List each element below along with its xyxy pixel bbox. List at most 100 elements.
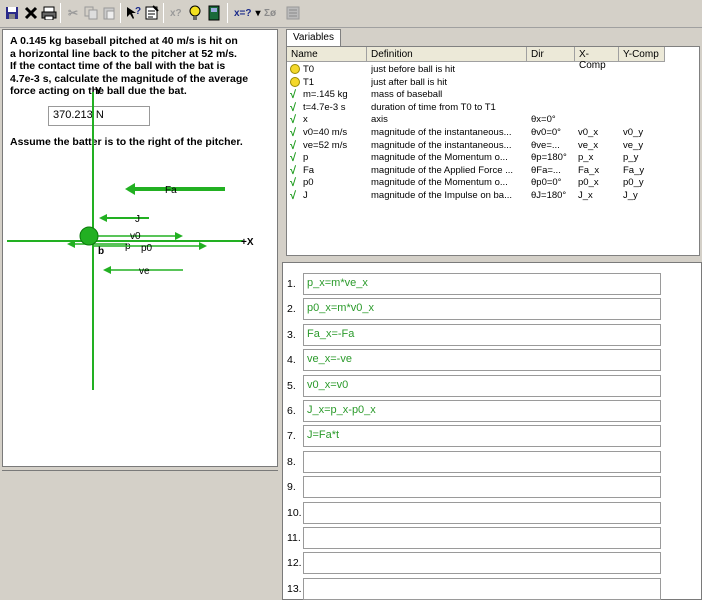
v0-label: v0 [130,231,141,242]
x-axis-label: +X [241,237,254,248]
variable-definition: mass of baseball [371,89,443,101]
equation-row: 8. [283,450,702,473]
equation-input[interactable] [303,552,661,575]
column-header-name[interactable]: Name [287,47,367,62]
equation-input[interactable]: J=Fa*t [303,425,661,448]
variable-row[interactable]: T0 just before ball is hit [287,64,699,77]
variable-row[interactable]: √ Jmagnitude of the Impulse on ba... θJ=18… [287,190,699,203]
equation-input[interactable]: ve_x=-ve [303,349,661,372]
column-header-x-comp[interactable]: X-Comp [575,47,619,71]
y-axis-label: Y [95,86,102,97]
variable-row[interactable]: √ Fa magnitude of the Applied Force ... θFa… [287,164,699,178]
equation-row: 11. [283,527,702,549]
column-header-y-comp[interactable]: Y-Comp [619,47,665,62]
equation-input[interactable]: p_x=m*ve_x [303,273,661,295]
variable-x-component: v0_x [578,127,599,138]
calculator-icon[interactable] [284,4,302,22]
baseball-body[interactable] [79,226,99,246]
variables-pane: Variables Name Definition Dir X-Comp Y-C… [282,29,702,259]
equation-number: 4. [287,354,296,367]
equation-number: 7. [287,430,296,443]
variable-row[interactable]: √ m=.145 kg mass of baseball [287,89,699,102]
equation-input[interactable] [303,501,661,524]
equation-input[interactable]: p0_x=m*v0_x [303,298,661,321]
vector-diagram[interactable]: Y +X Fa J v0 p p0 ve b [3,30,278,467]
equation-number: 13. [287,582,302,595]
checkmark-icon: √ [290,139,297,152]
equation-input[interactable] [303,527,661,549]
hint-lightbulb-icon[interactable] [186,4,204,22]
variable-solve-label: x=? [234,7,252,19]
equation-input[interactable]: Fa_x=-Fa [303,323,661,346]
equation-input[interactable]: J_x=p_x-p0_x [303,400,661,422]
equation-number: 6. [287,405,296,417]
ve-label: ve [139,266,150,277]
equation-input[interactable] [303,450,661,473]
next-step-icon[interactable]: x? [168,4,186,22]
variable-name: t=4.7e-3 s [303,101,346,113]
equations-pane: 1. p_x=m*ve_x 2. p0_x=m*v0_x 3. Fa_x=-Fa 4. ve_… [282,262,702,600]
equation-number: 5. [287,379,296,392]
variable-definition: just before ball is hit [371,64,455,75]
variable-row[interactable]: √ v0=40 m/s magnitude of the instantaneous… [287,127,699,140]
equation-input[interactable] [303,476,661,499]
equation-row: 9. [283,476,702,499]
column-header-definition[interactable]: Definition [367,47,527,62]
variable-row[interactable]: √ ve=52 m/s magnitude of the instantaneous… [287,139,699,153]
equation-number: 12. [287,557,302,570]
variable-x-component: p0_x [578,177,599,189]
variable-name: v0=40 m/s [303,127,348,138]
variable-row[interactable]: √ p0 magnitude of the Momentum o... θp0=0° p… [287,177,699,190]
equation-row: 1. p_x=m*ve_x [283,273,702,295]
variable-row[interactable]: √ t=4.7e-3 s duration of time from T0 to T… [287,101,699,115]
ve-arrowhead [103,266,111,274]
checkmark-icon: √ [290,101,297,114]
variable-row[interactable]: √ x axis θx=0° [287,114,699,127]
copy-icon[interactable] [82,4,100,22]
variable-y-component: p0_y [623,177,644,189]
notebook-icon[interactable] [205,4,223,22]
variable-definition: magnitude of the Impulse on ba... [371,190,513,201]
variable-definition: just after ball is hit [371,76,448,88]
checkmark-icon: √ [290,127,297,139]
svg-text:?: ? [135,6,141,17]
column-header-dir[interactable]: Dir [527,47,575,62]
checkmark-icon: √ [290,152,297,165]
equation-row: 5. v0_x=v0 [283,374,702,397]
equation-row: 2. p0_x=m*v0_x [283,298,702,321]
variable-definition: magnitude of the Momentum o... [371,152,508,164]
variable-direction: θv0=0° [531,127,561,138]
print-icon[interactable] [40,4,58,22]
variables-table: Name Definition Dir X-Comp Y-Comp T0 just… [286,46,700,256]
equation-number: 1. [287,278,296,290]
cut-icon[interactable]: ✂ [64,4,82,22]
variable-name: Fa [303,164,315,176]
paste-icon[interactable] [100,4,118,22]
whats-this-help-icon[interactable]: ? [124,4,142,22]
checklist-icon[interactable] [143,4,161,22]
variable-solve-dropdown[interactable]: x=? ▾ [234,4,261,22]
checkmark-icon: √ [290,89,297,102]
save-icon[interactable] [3,4,21,22]
equation-row: 10. [283,501,702,524]
checkmark-icon: √ [290,190,297,202]
variable-y-component: J_y [623,190,638,201]
body-label: b [98,246,104,257]
variable-row[interactable]: √ p magnitude of the Momentum o... θp=180° p… [287,152,699,165]
variable-definition: magnitude of the Applied Force ... [371,164,514,176]
variable-name: J [303,190,308,201]
equation-input[interactable]: v0_x=v0 [303,374,661,397]
toolbar-separator [120,3,121,23]
equation-input[interactable] [303,577,661,600]
sum-dropdown[interactable]: Σø [264,4,276,22]
checkmark-icon: √ [290,114,297,127]
variable-definition: duration of time from T0 to T1 [371,101,496,113]
tab-variables[interactable]: Variables [286,29,341,46]
variable-y-component: Fa_y [623,164,645,176]
variable-row[interactable]: T1 just after ball is hit [287,76,699,90]
delete-icon[interactable] [22,4,40,22]
variable-y-component: p_y [623,152,639,164]
fa-arrowhead [125,183,135,195]
equation-number: 10. [287,506,302,519]
sum-label: Σø [264,7,277,19]
